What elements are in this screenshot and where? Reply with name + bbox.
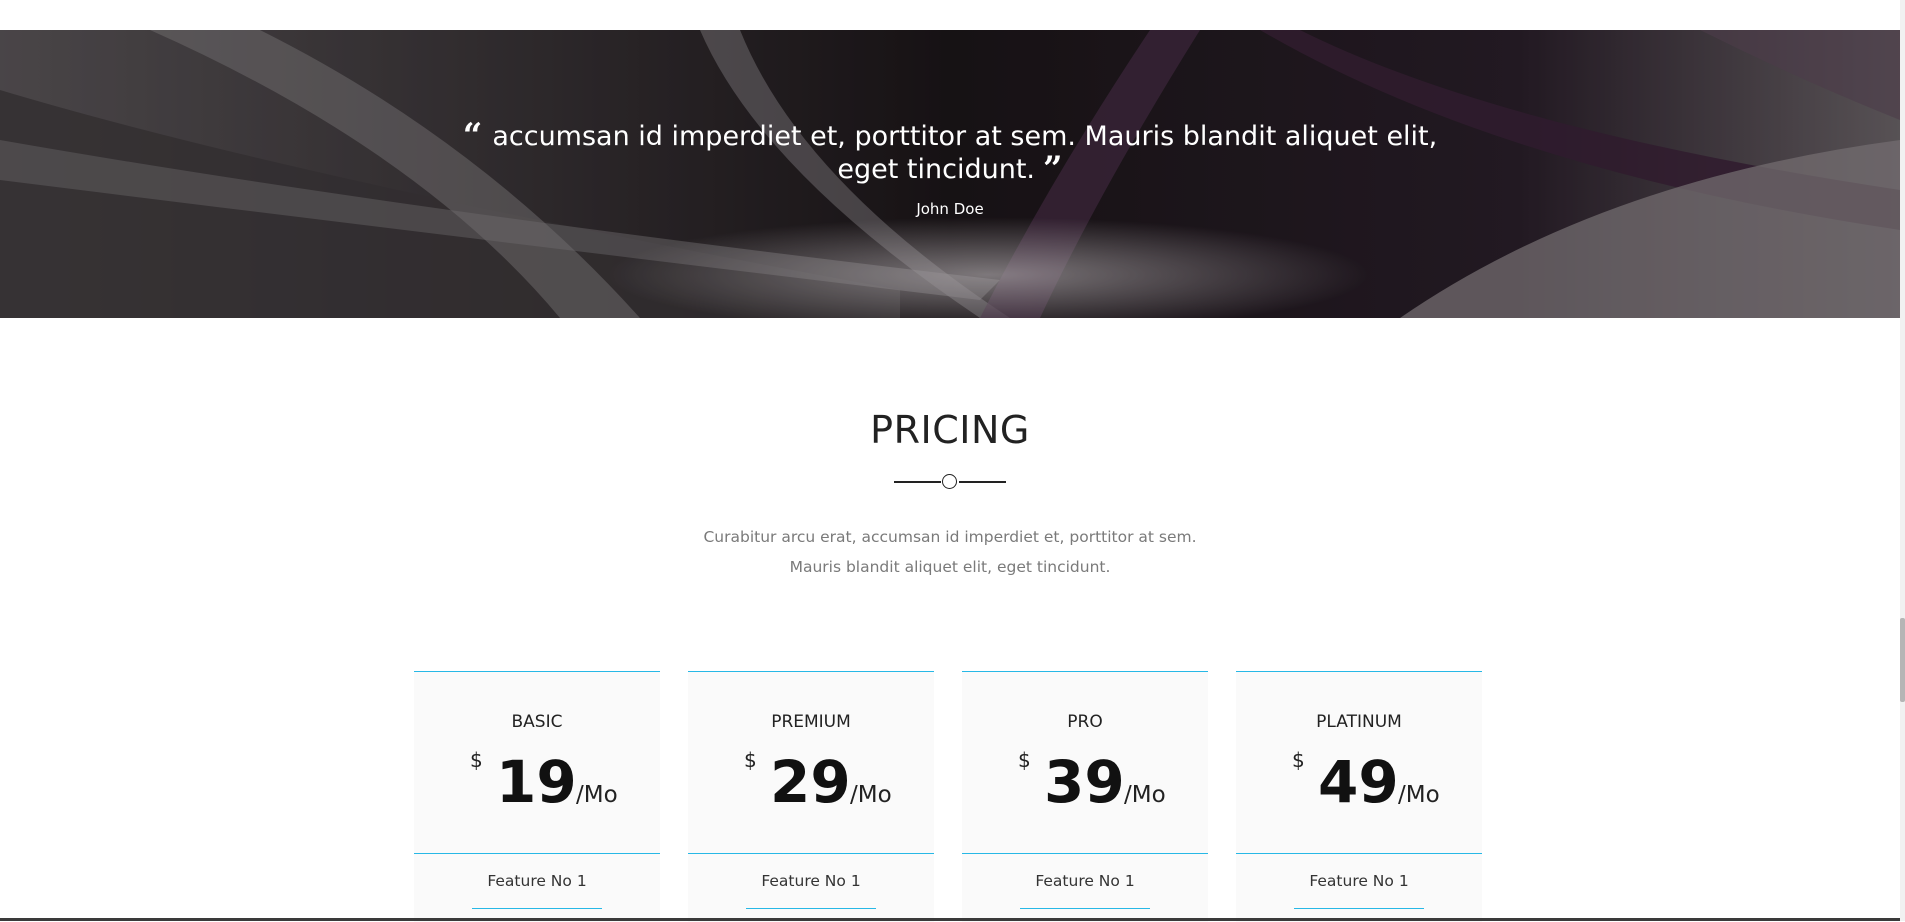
- card-separator: [688, 853, 934, 854]
- price-amount: 29: [770, 748, 851, 816]
- pricing-card-basic: BASIC $ 19 /Mo Feature No 1: [414, 671, 660, 922]
- scrollbar-thumb[interactable]: [1900, 618, 1905, 702]
- price-period: /Mo: [850, 782, 892, 808]
- card-separator: [1236, 853, 1482, 854]
- pricing-title: PRICING: [870, 408, 1030, 452]
- plan-price: $ 29 /Mo: [688, 742, 934, 822]
- divider-line-left: [894, 481, 941, 483]
- testimonial-quote: “accumsan id imperdiet et, porttitor at …: [430, 116, 1470, 189]
- divider-line-right: [959, 481, 1006, 483]
- plan-name: PREMIUM: [771, 712, 851, 732]
- feature-underline: [1020, 908, 1150, 909]
- price-period: /Mo: [576, 782, 618, 808]
- price-period: /Mo: [1124, 782, 1166, 808]
- plan-feature: Feature No 1: [761, 872, 861, 890]
- price-amount: 19: [496, 748, 577, 816]
- testimonial-quote-block: “accumsan id imperdiet et, porttitor at …: [430, 116, 1470, 218]
- divider-circle-icon: [942, 474, 957, 489]
- pricing-card-platinum: PLATINUM $ 49 /Mo Feature No 1: [1236, 671, 1482, 922]
- testimonial-author: John Doe: [916, 200, 984, 218]
- price-amount: 39: [1044, 748, 1125, 816]
- plan-name: PLATINUM: [1316, 712, 1402, 732]
- testimonial-banner: “accumsan id imperdiet et, porttitor at …: [0, 30, 1900, 318]
- feature-underline: [746, 908, 876, 909]
- price-currency: $: [470, 748, 483, 772]
- feature-underline: [1294, 908, 1424, 909]
- card-separator: [962, 853, 1208, 854]
- feature-underline: [472, 908, 602, 909]
- quote-left-icon: “: [462, 116, 483, 156]
- plan-feature: Feature No 1: [487, 872, 587, 890]
- price-currency: $: [1292, 748, 1305, 772]
- pricing-description: Curabitur arcu erat, accumsan id imperdi…: [703, 528, 1197, 576]
- plan-price: $ 49 /Mo: [1236, 742, 1482, 822]
- price-currency: $: [1018, 748, 1031, 772]
- card-separator: [414, 853, 660, 854]
- pricing-cards: BASIC $ 19 /Mo Feature No 1 PREMIUM $ 29…: [414, 671, 1486, 922]
- price-period: /Mo: [1398, 782, 1440, 808]
- plan-feature: Feature No 1: [1309, 872, 1409, 890]
- price-currency: $: [744, 748, 757, 772]
- price-amount: 49: [1318, 748, 1399, 816]
- pricing-card-pro: PRO $ 39 /Mo Feature No 1: [962, 671, 1208, 922]
- plan-name: BASIC: [511, 712, 563, 732]
- page-scrollbar[interactable]: [1900, 0, 1905, 921]
- plan-price: $ 39 /Mo: [962, 742, 1208, 822]
- plan-name: PRO: [1067, 712, 1103, 732]
- plan-feature: Feature No 1: [1035, 872, 1135, 890]
- quote-right-icon: ”: [1043, 149, 1063, 189]
- section-divider: [894, 474, 1006, 490]
- pricing-card-premium: PREMIUM $ 29 /Mo Feature No 1: [688, 671, 934, 922]
- plan-price: $ 19 /Mo: [414, 742, 660, 822]
- testimonial-quote-text: accumsan id imperdiet et, porttitor at s…: [492, 121, 1438, 185]
